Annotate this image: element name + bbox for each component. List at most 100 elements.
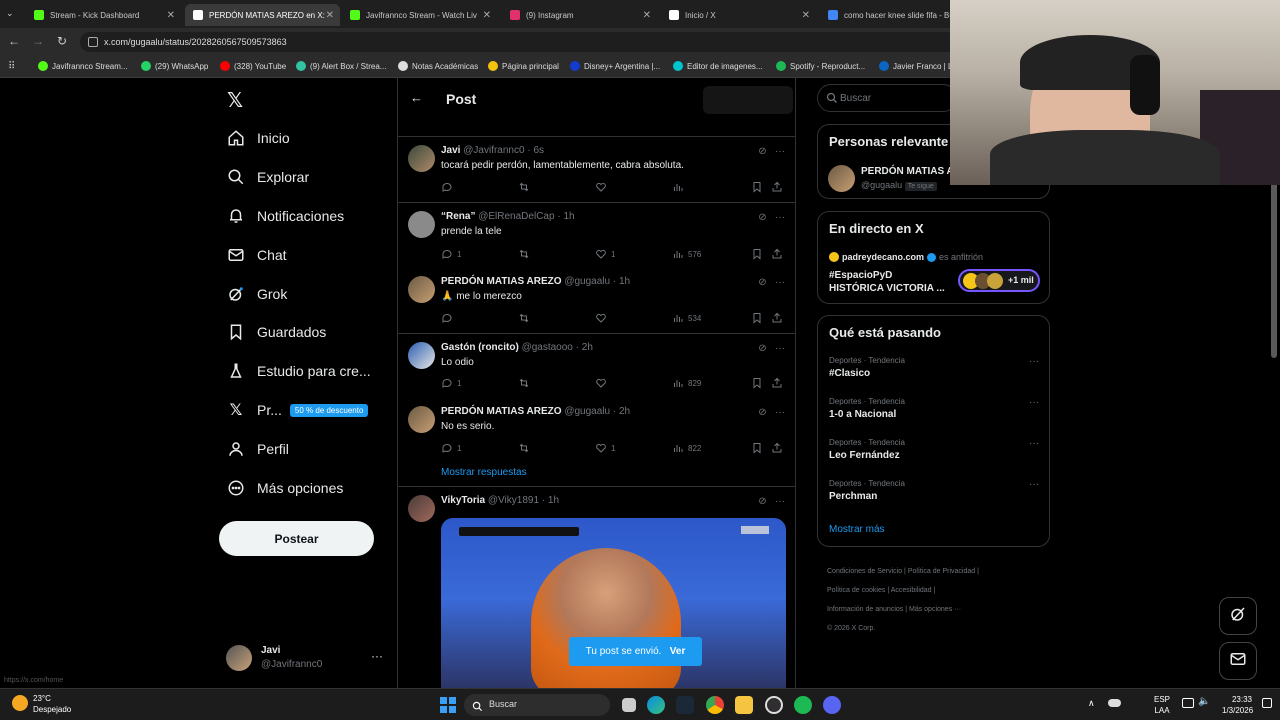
bookmark-item[interactable]: Página principal <box>488 61 559 71</box>
views-button[interactable] <box>672 181 688 193</box>
bookmark-item[interactable]: Disney+ Argentina |... <box>570 61 660 71</box>
nav-explorar[interactable]: Explorar <box>227 165 309 189</box>
task-view-icon[interactable] <box>622 698 636 712</box>
tweet[interactable]: PERDÓN MATIAS AREZO @gugaalu · 2h No es … <box>398 399 795 487</box>
share-button[interactable] <box>771 248 787 260</box>
more-icon[interactable]: ··· <box>371 649 383 663</box>
site-settings-icon[interactable] <box>88 37 98 47</box>
toast-view-link[interactable]: Ver <box>670 646 686 657</box>
avatar[interactable] <box>408 211 435 238</box>
grok-icon[interactable]: ⊘ <box>758 407 766 418</box>
close-tab-icon[interactable]: ✕ <box>167 10 175 21</box>
like-button[interactable] <box>595 181 611 193</box>
relevant-name[interactable]: PERDÓN MATIAS A <box>861 166 954 177</box>
nav-perfil[interactable]: Perfil <box>227 437 289 461</box>
apps-grid-icon[interactable]: ⠿ <box>8 61 15 72</box>
more-icon[interactable]: ··· <box>775 146 785 157</box>
spotify-icon[interactable] <box>794 696 812 714</box>
grok-icon[interactable]: ⊘ <box>758 146 766 157</box>
more-icon[interactable]: ··· <box>775 407 785 418</box>
more-icon[interactable]: ··· <box>1029 438 1039 449</box>
bookmark-button[interactable] <box>751 312 767 324</box>
avatar[interactable] <box>408 145 435 172</box>
bookmark-item[interactable]: Spotify - Reproduct... <box>776 61 865 71</box>
bookmark-button[interactable] <box>751 377 767 389</box>
search-input[interactable]: Buscar <box>840 93 871 104</box>
account-switcher[interactable]: Javi @Javifrannc0 ··· <box>226 645 386 673</box>
steam-icon[interactable] <box>676 696 694 714</box>
nav-notificaciones[interactable]: Notificaciones <box>227 204 344 228</box>
share-button[interactable] <box>771 442 787 454</box>
bookmark-item[interactable]: Javifrannco Stream... <box>38 61 128 71</box>
tweet-author[interactable]: Gastón (roncito) @gastaooo · 2h <box>441 342 593 353</box>
nav-chat[interactable]: Chat <box>227 243 287 267</box>
close-tab-icon[interactable]: ✕ <box>326 10 334 21</box>
share-button[interactable] <box>771 312 787 324</box>
tweet[interactable]: “Rena” @ElRenaDelCap · 1h prende la tele… <box>398 203 795 269</box>
footer-link[interactable]: Accesibilidad <box>891 587 932 594</box>
nav-guardados[interactable]: Guardados <box>227 320 326 344</box>
clock[interactable]: 23:33 1/3/2026 <box>1222 694 1253 716</box>
browser-tab[interactable]: Javifrannco Stream - Watch Liv ✕ <box>342 4 497 26</box>
tweet[interactable]: PERDÓN MATIAS AREZO @gugaalu · 1h 🙏 me l… <box>398 269 795 334</box>
grok-float-button[interactable] <box>1219 597 1257 635</box>
close-tab-icon[interactable]: ✕ <box>483 10 491 21</box>
retweet-button[interactable] <box>518 248 534 260</box>
reply-button[interactable]: 1 <box>441 248 461 260</box>
bookmark-item[interactable]: Javier Franco | Li <box>879 61 954 71</box>
network-icon[interactable] <box>1182 698 1194 708</box>
volume-icon[interactable]: 🔈 <box>1198 696 1210 707</box>
footer-link[interactable]: Más opciones ··· <box>909 606 961 613</box>
bookmark-item[interactable]: (328) YouTube <box>220 61 286 71</box>
weather-widget[interactable]: 23°C Despejado <box>10 693 80 717</box>
share-button[interactable] <box>771 377 787 389</box>
show-more-link[interactable]: Mostrar más <box>829 524 885 535</box>
tab-list-chevron-icon[interactable]: ⌄ <box>6 8 14 19</box>
tweet-author[interactable]: VikyToria @Viky1891 · 1h <box>441 495 559 506</box>
trend-item[interactable]: Deportes · Tendencia Leo Fernández ··· <box>829 438 1039 461</box>
grok-icon[interactable]: ⊘ <box>758 212 766 223</box>
file-explorer-icon[interactable] <box>735 696 753 714</box>
browser-tab[interactable]: como hacer knee slide fifa - Bu <box>820 4 950 26</box>
tweet-author[interactable]: PERDÓN MATIAS AREZO @gugaalu · 1h <box>441 276 630 287</box>
avatar[interactable] <box>828 165 855 192</box>
bookmark-button[interactable] <box>751 442 767 454</box>
views-button[interactable]: 576 <box>672 248 701 260</box>
footer-link[interactable]: Condiciones de Servicio <box>827 568 902 575</box>
windows-start-icon[interactable] <box>440 697 456 713</box>
close-tab-icon[interactable]: ✕ <box>802 10 810 21</box>
more-icon[interactable]: ··· <box>1029 356 1039 367</box>
footer-link[interactable]: Política de Privacidad <box>908 568 975 575</box>
avatar[interactable] <box>408 495 435 522</box>
post-button[interactable]: Postear <box>219 521 374 556</box>
like-button[interactable] <box>595 312 611 324</box>
taskbar-search[interactable]: Buscar <box>464 694 610 716</box>
cloud-icon[interactable] <box>1108 699 1121 707</box>
more-icon[interactable]: ··· <box>1029 479 1039 490</box>
views-button[interactable]: 822 <box>672 442 701 454</box>
bookmark-item[interactable]: Notas Académicas <box>398 61 478 71</box>
reply-button[interactable] <box>441 312 457 324</box>
notifications-icon[interactable] <box>1262 698 1272 708</box>
discord-icon[interactable] <box>823 696 841 714</box>
like-button[interactable]: 1 <box>595 442 615 454</box>
nav-premium[interactable]: 𝕏 Pr... 50 % de descuento <box>227 398 369 422</box>
more-icon[interactable]: ··· <box>775 496 785 507</box>
nav-inicio[interactable]: Inicio <box>227 126 290 150</box>
browser-tab[interactable]: Stream - Kick Dashboard ✕ <box>26 4 181 26</box>
grok-icon[interactable]: ⊘ <box>758 343 766 354</box>
grok-icon[interactable]: ⊘ <box>758 496 766 507</box>
bookmark-button[interactable] <box>751 248 767 260</box>
trend-item[interactable]: Deportes · Tendencia 1-0 a Nacional ··· <box>829 397 1039 420</box>
tweet[interactable]: Gastón (roncito) @gastaooo · 2h Lo odio … <box>398 334 795 399</box>
tray-chevron-icon[interactable]: ∧ <box>1088 698 1095 709</box>
live-host[interactable]: padreydecano.com es anfitrión <box>829 252 983 262</box>
browser-tab[interactable]: PERDÓN MATIAS AREZO en X: ✕ <box>185 4 340 26</box>
views-button[interactable]: 534 <box>672 312 701 324</box>
share-button[interactable] <box>771 181 787 193</box>
chrome-icon[interactable] <box>706 696 724 714</box>
more-icon[interactable]: ··· <box>775 277 785 288</box>
reload-icon[interactable]: ↻ <box>54 34 70 48</box>
reply-button[interactable]: 1 <box>441 442 461 454</box>
like-button[interactable] <box>595 377 611 389</box>
